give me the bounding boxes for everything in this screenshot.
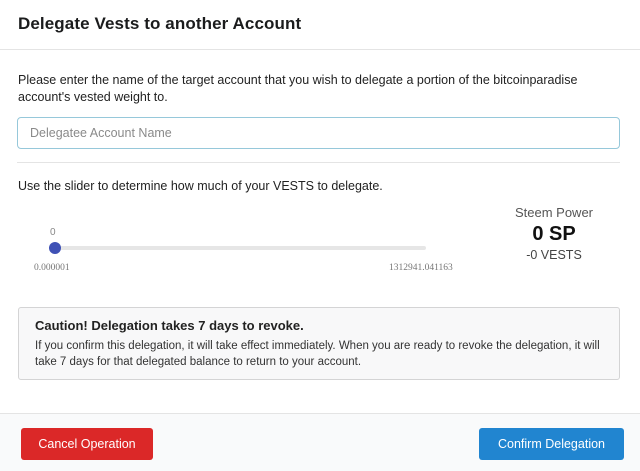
slider-thumb[interactable] <box>49 242 61 254</box>
slider-track[interactable] <box>52 246 426 250</box>
slider-min-label: 0.000001 <box>34 263 70 273</box>
cancel-operation-button[interactable]: Cancel Operation <box>21 428 153 460</box>
divider <box>17 162 620 163</box>
slider-instruction: Use the slider to determine how much of … <box>18 179 383 193</box>
slider-max-label: 1312941.041163 <box>389 263 453 273</box>
modal-header: Delegate Vests to another Account <box>0 0 640 50</box>
modal-footer: Cancel Operation Confirm Delegation <box>0 413 640 471</box>
vests-slider: 0 0.000001 1312941.041163 <box>30 225 470 275</box>
steem-power-panel: Steem Power 0 SP -0 VESTS <box>494 205 614 262</box>
steem-power-vests: -0 VESTS <box>526 248 582 262</box>
steem-power-label: Steem Power <box>514 205 594 220</box>
slider-current-value: 0 <box>50 227 56 238</box>
delegatee-account-input[interactable] <box>17 117 620 149</box>
confirm-delegation-button[interactable]: Confirm Delegation <box>479 428 624 460</box>
modal-title: Delegate Vests to another Account <box>18 14 302 33</box>
caution-body: If you confirm this delegation, it will … <box>35 340 600 368</box>
steem-power-value: 0 SP <box>532 223 576 245</box>
caution-title: Caution! Delegation takes 7 days to revo… <box>35 318 304 333</box>
caution-message: Caution! Delegation takes 7 days to revo… <box>18 307 620 380</box>
delegation-prompt: Please enter the name of the target acco… <box>18 73 578 104</box>
